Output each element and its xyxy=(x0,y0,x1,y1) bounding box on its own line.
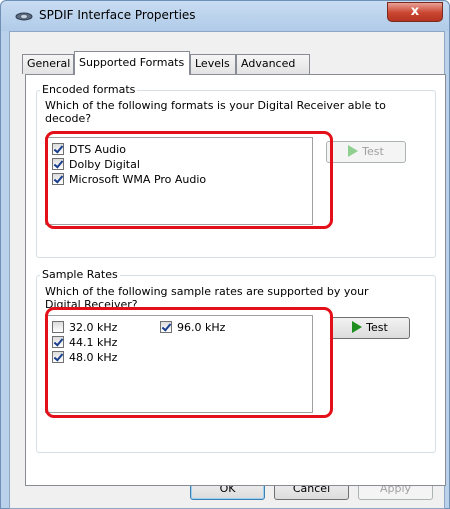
sample-rates-legend: Sample Rates xyxy=(40,268,120,281)
tab-advanced[interactable]: Advanced xyxy=(236,54,310,74)
format-label-wma-pro: Microsoft WMA Pro Audio xyxy=(69,173,207,186)
tab-general[interactable]: General xyxy=(22,54,74,74)
encoded-test-label: Test xyxy=(362,145,384,158)
checkbox-32[interactable] xyxy=(52,321,64,333)
format-label-dts: DTS Audio xyxy=(69,143,126,156)
encoded-formats-list[interactable]: DTS Audio Dolby Digital Microsoft WMA Pr… xyxy=(45,137,313,225)
rate-label-32: 32.0 kHz xyxy=(69,321,118,334)
rates-test-label: Test xyxy=(366,321,388,334)
rate-item-32[interactable]: 32.0 kHz xyxy=(52,321,117,335)
checkbox-96[interactable] xyxy=(160,321,172,333)
encoded-prompt-line-2: decode? xyxy=(45,112,92,125)
rates-prompt-line-2: Digital Receiver? xyxy=(45,298,138,311)
format-item-dolby[interactable]: Dolby Digital xyxy=(52,158,140,172)
title-bar[interactable]: SPDIF Interface Properties x xyxy=(1,1,449,31)
rates-test-button[interactable]: Test xyxy=(330,317,410,339)
supported-formats-panel: Encoded formats Which of the following f… xyxy=(25,74,446,486)
checkbox-dolby[interactable] xyxy=(52,158,64,170)
properties-window: SPDIF Interface Properties x General Sup… xyxy=(0,0,450,509)
play-icon xyxy=(352,321,363,333)
encoded-test-button[interactable]: Test xyxy=(326,141,406,163)
tab-levels[interactable]: Levels xyxy=(190,54,236,74)
rates-prompt-line-1: Which of the following sample rates are … xyxy=(45,285,369,298)
close-button[interactable]: x xyxy=(387,2,443,22)
rate-item-48[interactable]: 48.0 kHz xyxy=(52,351,117,365)
encoded-prompt-line-1: Which of the following formats is your D… xyxy=(45,99,386,112)
rate-item-96[interactable]: 96.0 kHz xyxy=(160,321,225,335)
format-label-dolby: Dolby Digital xyxy=(69,158,140,171)
rate-label-48: 48.0 kHz xyxy=(69,351,118,364)
sample-rates-list[interactable]: 32.0 kHz 44.1 kHz 48.0 kHz 96.0 kHz xyxy=(45,315,313,413)
format-item-dts[interactable]: DTS Audio xyxy=(52,143,126,157)
checkbox-dts[interactable] xyxy=(52,143,64,155)
speaker-icon xyxy=(15,12,33,21)
checkbox-wma-pro[interactable] xyxy=(52,173,64,185)
window-title: SPDIF Interface Properties xyxy=(39,8,196,22)
play-icon xyxy=(348,145,359,157)
encoded-formats-prompt: Which of the following formats is your D… xyxy=(45,99,386,125)
sample-rates-prompt: Which of the following sample rates are … xyxy=(45,285,369,311)
rate-label-44: 44.1 kHz xyxy=(69,336,118,349)
rate-label-96: 96.0 kHz xyxy=(177,321,226,334)
tab-supported-formats[interactable]: Supported Formats xyxy=(74,51,190,75)
checkbox-44[interactable] xyxy=(52,336,64,348)
dialog-client-area: General Supported Formats Levels Advance… xyxy=(9,31,446,509)
encoded-formats-legend: Encoded formats xyxy=(40,83,138,96)
format-item-wma-pro[interactable]: Microsoft WMA Pro Audio xyxy=(52,173,206,187)
checkbox-48[interactable] xyxy=(52,351,64,363)
rate-item-44[interactable]: 44.1 kHz xyxy=(52,336,117,350)
